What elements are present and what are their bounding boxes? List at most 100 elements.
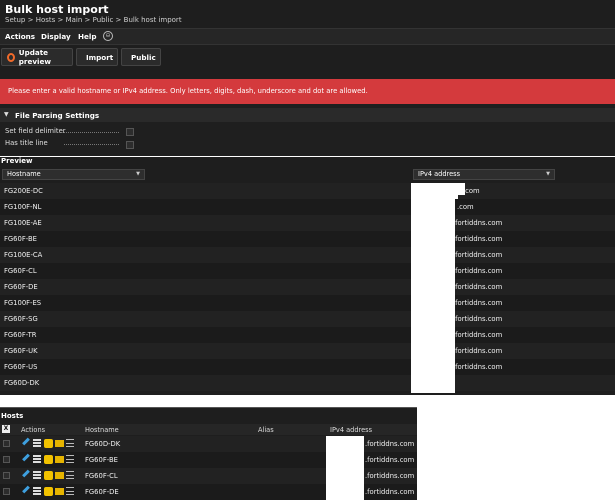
row-hostname: FG60F-CL bbox=[4, 267, 37, 275]
host-hostname[interactable]: FG60D-DK bbox=[85, 440, 120, 448]
hostname-column-header[interactable]: Hostname bbox=[85, 426, 119, 434]
table-row: FG100E-CA .fortiddns.com bbox=[0, 247, 615, 263]
row-checkbox[interactable] bbox=[3, 472, 10, 479]
preview-label: Preview bbox=[0, 157, 615, 167]
toolbar: Update preview Import Public bbox=[0, 45, 615, 71]
table-row: FG60F-DE .fortiddns.com bbox=[0, 279, 615, 295]
table-row: FG60F-UK .fortiddns.com bbox=[0, 343, 615, 359]
menu-help[interactable]: Help bbox=[78, 32, 97, 41]
file-parsing-settings: ▼ File Parsing Settings Set field delimi… bbox=[0, 104, 615, 156]
breadcrumb[interactable]: Setup > Hosts > Main > Public > Bulk hos… bbox=[5, 16, 182, 24]
row-checkbox[interactable] bbox=[3, 488, 10, 495]
has-title-line-checkbox[interactable] bbox=[126, 141, 134, 149]
folder-icon[interactable] bbox=[55, 472, 64, 479]
host-ip: .fortiddns.com bbox=[365, 472, 415, 480]
title-bar: Bulk host import Setup > Hosts > Main > … bbox=[0, 0, 615, 28]
import-label: Import bbox=[86, 52, 114, 62]
hexagon-icon[interactable] bbox=[44, 487, 53, 496]
import-button[interactable]: Import bbox=[76, 48, 118, 66]
row-hostname: FG100E-AE bbox=[4, 219, 42, 227]
spacer bbox=[0, 71, 615, 79]
table-row: FG60F-CL .fortiddns.com bbox=[0, 263, 615, 279]
folder-icon[interactable] bbox=[55, 440, 64, 447]
row-ip: .fortiddns.com bbox=[453, 283, 503, 291]
hosts-title: Hosts bbox=[1, 412, 24, 420]
update-preview-button[interactable]: Update preview bbox=[1, 48, 73, 66]
edit-icon[interactable] bbox=[22, 437, 30, 446]
update-preview-label: Update preview bbox=[18, 48, 51, 66]
list-icon[interactable] bbox=[33, 487, 41, 495]
row-hostname: FG60D-DK bbox=[4, 379, 40, 387]
list-icon[interactable] bbox=[33, 439, 41, 447]
hexagon-icon[interactable] bbox=[44, 471, 53, 480]
public-button[interactable]: Public bbox=[121, 48, 161, 66]
table-row: FG60F-US .fortiddns.com bbox=[0, 359, 615, 375]
hexagon-icon[interactable] bbox=[44, 439, 53, 448]
set-field-delimiter-checkbox[interactable] bbox=[126, 128, 134, 136]
row-hostname: FG200E-DC bbox=[4, 187, 43, 195]
menu-bar: Actions Display Help ⊖ bbox=[0, 28, 615, 45]
edit-icon[interactable] bbox=[22, 469, 30, 478]
row-hostname: FG60F-DE bbox=[4, 283, 38, 291]
host-hostname[interactable]: FG60F-CL bbox=[85, 472, 118, 480]
row-ip: .fortiddns.com bbox=[453, 235, 503, 243]
list-icon[interactable] bbox=[33, 471, 41, 479]
select-all-toggle[interactable]: X bbox=[2, 425, 10, 433]
table-row: FG60F-BE .fortiddns.com bbox=[0, 231, 615, 247]
table-row: FG100F-ES .fortiddns.com bbox=[0, 295, 615, 311]
menu-icon[interactable] bbox=[66, 439, 74, 447]
list-icon[interactable] bbox=[33, 455, 41, 463]
row-checkbox[interactable] bbox=[3, 456, 10, 463]
menu-icon[interactable] bbox=[66, 487, 74, 495]
table-row: FG60F-TR .fortiddns.com bbox=[0, 327, 615, 343]
row-hostname: FG60F-US bbox=[4, 363, 38, 371]
page-title: Bulk host import bbox=[5, 3, 109, 16]
redaction bbox=[411, 199, 455, 393]
chevron-down-icon: ▼ bbox=[136, 171, 140, 177]
host-hostname[interactable]: FG60F-BE bbox=[85, 456, 118, 464]
row-hostname: FG60F-UK bbox=[4, 347, 38, 355]
ipv4-column-label: IPv4 address bbox=[418, 170, 461, 178]
row-checkbox[interactable] bbox=[3, 440, 10, 447]
row-hostname: FG100E-CA bbox=[4, 251, 43, 259]
ipv4-column-select[interactable]: IPv4 address ▼ bbox=[413, 169, 555, 180]
menu-display[interactable]: Display bbox=[41, 32, 71, 41]
set-field-delimiter-label: Set field delimiter bbox=[5, 127, 66, 135]
row-ip: .fortiddns.com bbox=[453, 267, 503, 275]
parsing-header[interactable]: ▼ File Parsing Settings bbox=[0, 108, 615, 122]
row-ip: .fortiddns.com bbox=[453, 363, 503, 371]
menu-actions[interactable]: Actions bbox=[5, 32, 35, 41]
host-ip: .fortiddns.com bbox=[365, 488, 415, 496]
ipv4-column-header[interactable]: IPv4 address bbox=[330, 426, 372, 434]
error-message: Please enter a valid hostname or IPv4 ad… bbox=[0, 79, 615, 104]
menu-icon[interactable] bbox=[66, 455, 74, 463]
parsing-title: File Parsing Settings bbox=[15, 111, 100, 120]
dotted-leader bbox=[64, 144, 119, 145]
alias-column-header[interactable]: Alias bbox=[258, 426, 274, 434]
table-row: FG200E-DC .com bbox=[0, 183, 615, 199]
actions-column-header[interactable]: Actions bbox=[21, 426, 45, 434]
row-ip: .fortiddns.com bbox=[453, 219, 503, 227]
folder-icon[interactable] bbox=[55, 456, 64, 463]
row-ip: .fortiddns.com bbox=[453, 315, 503, 323]
menu-icon[interactable] bbox=[66, 471, 74, 479]
edit-icon[interactable] bbox=[22, 485, 30, 494]
row-ip: .fortiddns.com bbox=[453, 299, 503, 307]
row-hostname: FG60F-TR bbox=[4, 331, 37, 339]
host-ip: .fortiddns.com bbox=[365, 440, 415, 448]
edit-icon[interactable] bbox=[22, 453, 30, 462]
hexagon-icon[interactable] bbox=[44, 455, 53, 464]
row-hostname: FG60F-BE bbox=[4, 235, 37, 243]
folder-icon[interactable] bbox=[55, 488, 64, 495]
hosts-table-header: X Actions Hostname Alias IPv4 address bbox=[0, 424, 417, 435]
hosts-panel: Hosts X Actions Hostname Alias IPv4 addr… bbox=[0, 407, 417, 500]
redaction bbox=[326, 436, 364, 500]
preview-table: Hostname ▼ IPv4 address ▼ FG200E-DC .com … bbox=[0, 167, 615, 395]
hostname-column-select[interactable]: Hostname ▼ bbox=[2, 169, 145, 180]
table-row: FG100E-AE .fortiddns.com bbox=[0, 215, 615, 231]
collapse-icon[interactable]: ⊖ bbox=[103, 31, 113, 41]
triangle-down-icon: ▼ bbox=[4, 111, 9, 118]
host-hostname[interactable]: FG60F-DE bbox=[85, 488, 119, 496]
row-ip: .com bbox=[457, 203, 474, 211]
refresh-icon bbox=[7, 52, 15, 62]
